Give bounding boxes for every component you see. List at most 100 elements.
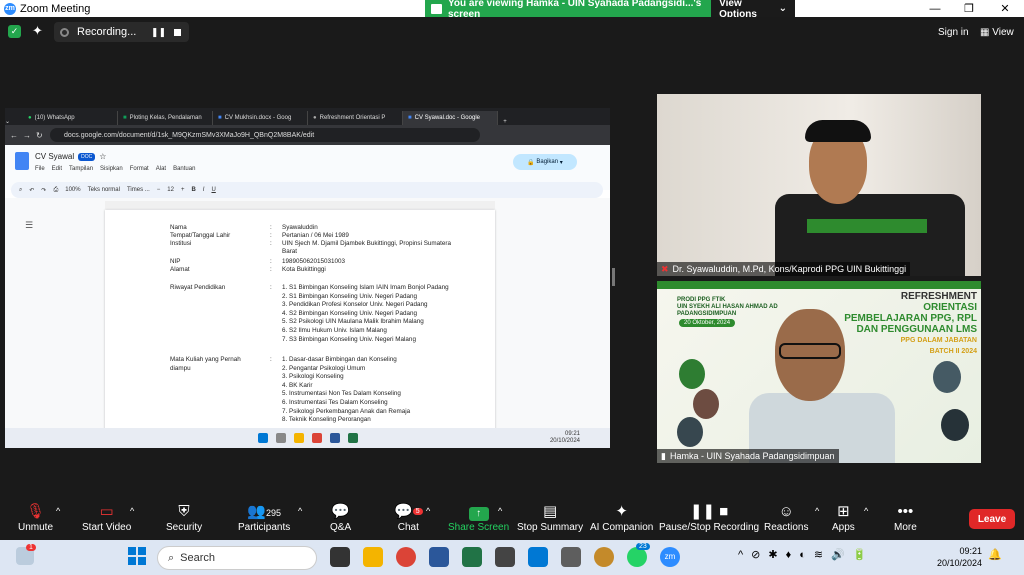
leave-button[interactable]: Leave: [969, 509, 1015, 529]
browser-tab[interactable]: ■ Ploting Kelas, Pendalaman: [118, 111, 213, 125]
search-icon[interactable]: ⌕: [19, 187, 22, 194]
underline-icon[interactable]: U: [211, 187, 215, 193]
redo-icon[interactable]: ↷: [41, 187, 46, 194]
close-icon[interactable]: ✕: [988, 0, 1022, 17]
participant-video-2[interactable]: PRODI PPG FTIK UIN SYEKH ALI HASAN AHMAD …: [657, 281, 981, 463]
menu-file[interactable]: File: [35, 166, 45, 172]
undo-icon[interactable]: ↶: [29, 187, 34, 194]
url-field[interactable]: docs.google.com/document/d/1sk_M9QKzmSMv…: [50, 128, 480, 142]
qa-button[interactable]: 💬 Q&A: [330, 502, 351, 533]
font-size-increase[interactable]: +: [181, 187, 185, 193]
taskbar-search[interactable]: ⌕ Search: [157, 546, 317, 570]
whatsapp-icon[interactable]: [627, 547, 647, 567]
chrome-icon[interactable]: [311, 433, 322, 443]
share-doc-button[interactable]: 🔒 Bagikan ▾: [513, 154, 577, 170]
zoom-select[interactable]: 100%: [65, 187, 80, 193]
sparkle-icon[interactable]: ✦: [32, 23, 43, 39]
stop-summary-button[interactable]: ▤ Stop Summary: [517, 502, 583, 533]
sign-in-button[interactable]: Sign in: [938, 27, 969, 38]
reload-icon[interactable]: ↻: [36, 131, 43, 140]
browser-tab[interactable]: ■ CV Mukhsin.docx - Goog: [213, 111, 308, 125]
share-chevron-icon[interactable]: ^: [498, 506, 502, 516]
star-icon[interactable]: ☆: [99, 152, 106, 161]
menu-view[interactable]: Tampilan: [69, 166, 93, 172]
excel-icon[interactable]: [347, 433, 358, 443]
menu-edit[interactable]: Edit: [52, 166, 62, 172]
menu-tools[interactable]: Alat: [156, 166, 166, 172]
ai-companion-button[interactable]: ✦ AI Companion: [590, 502, 653, 533]
reactions-button[interactable]: ☺ Reactions: [764, 502, 808, 533]
security-button[interactable]: ⛨ Security: [166, 502, 202, 533]
participant-name-2: ▮ Hamka - UIN Syahada Padangsidimpuan: [657, 449, 839, 463]
chat-button[interactable]: 💬 5 Chat: [394, 502, 423, 533]
view-button[interactable]: ▦ View: [980, 27, 1014, 38]
notifications-bell-icon[interactable]: 🔔: [988, 548, 1002, 561]
recording-indicator: Recording... ❚❚: [54, 22, 189, 42]
forward-icon[interactable]: →: [23, 131, 31, 140]
chrome-icon[interactable]: [396, 547, 416, 567]
view-options-button[interactable]: View Options ⌄: [711, 0, 795, 20]
font-size-decrease[interactable]: −: [157, 187, 161, 193]
store-icon[interactable]: [495, 547, 515, 567]
pause-recording-button[interactable]: ❚❚ ■ Pause/Stop Recording: [659, 502, 759, 533]
style-select[interactable]: Teks normal: [88, 187, 120, 193]
system-tray-icons[interactable]: ^⊘✱♦◐≋🔊🔋: [738, 548, 874, 561]
pause-icon[interactable]: ❚❚: [151, 27, 166, 38]
browser-tab[interactable]: ● (10) WhatsApp: [23, 111, 118, 125]
word-icon[interactable]: [329, 433, 340, 443]
shield-icon[interactable]: ✓: [8, 25, 21, 38]
windows-start-icon[interactable]: [128, 547, 146, 565]
bold-icon[interactable]: B: [191, 187, 195, 193]
start-video-button[interactable]: ▭ Start Video: [82, 502, 131, 533]
unmute-button[interactable]: 🎙 Unmute: [18, 502, 53, 533]
photos-icon[interactable]: [528, 547, 548, 567]
apps-button[interactable]: ⊞ Apps: [832, 502, 855, 533]
folder-icon[interactable]: [363, 547, 383, 567]
windows-start-icon[interactable]: [257, 433, 268, 443]
matkul-block: Mata Kuliah yang Pernah diampu: 1. Dasar-…: [170, 356, 490, 425]
folder-icon[interactable]: [293, 433, 304, 443]
word-icon[interactable]: [429, 547, 449, 567]
print-icon[interactable]: ⎙: [53, 187, 58, 194]
apps-icon: ⊞: [837, 503, 850, 520]
doc-page[interactable]: Nama: Syawaluddin Tempat/Tanggal Lahir: Pe…: [105, 210, 495, 433]
taskbar-clock[interactable]: 09:21 20/10/2024: [932, 545, 982, 569]
table-row: Barat: [170, 248, 490, 257]
reactions-chevron-icon[interactable]: ^: [815, 506, 819, 516]
browser-tab[interactable]: ● Refreshment Orientasi P: [308, 111, 403, 125]
search-icon[interactable]: [275, 433, 286, 443]
excel-icon[interactable]: [462, 547, 482, 567]
tab-list-icon[interactable]: ⌄: [5, 118, 23, 125]
video-options-chevron-icon[interactable]: ^: [130, 506, 134, 516]
font-select[interactable]: Times ...: [127, 187, 150, 193]
splitter-handle[interactable]: [612, 268, 615, 286]
outline-icon[interactable]: ☰: [25, 220, 33, 231]
menu-format[interactable]: Format: [130, 166, 149, 172]
font-size-input[interactable]: 12: [167, 187, 174, 193]
participants-chevron-icon[interactable]: ^: [298, 506, 302, 516]
participants-button[interactable]: 👥295 Participants: [238, 502, 290, 533]
snip-icon[interactable]: [561, 547, 581, 567]
stop-icon[interactable]: [174, 28, 181, 36]
more-button[interactable]: ••• More: [894, 502, 917, 533]
apps-chevron-icon[interactable]: ^: [864, 506, 868, 516]
doc-title[interactable]: CV Syawal: [35, 152, 74, 161]
poster-stripe: [657, 281, 981, 289]
back-icon[interactable]: ←: [10, 131, 18, 140]
recording-label: Recording...: [77, 26, 137, 38]
speaker-photo: [693, 389, 719, 419]
italic-icon[interactable]: I: [203, 187, 205, 193]
participant-video-1[interactable]: ✖ Dr. Syawaluddin, M.Pd, Kons/Kaprodi PPG…: [657, 94, 981, 276]
minimize-icon[interactable]: —: [918, 0, 952, 17]
zoom-taskbar-icon[interactable]: zm: [660, 547, 680, 567]
maximize-icon[interactable]: ❐: [952, 0, 986, 17]
menu-insert[interactable]: Sisipkan: [100, 166, 123, 172]
browser-tab-active[interactable]: ■ CV Syawal.doc - Google: [403, 111, 498, 125]
chat-chevron-icon[interactable]: ^: [426, 506, 430, 516]
list-item: 5. S2 Psikologi UIN Maulana Malik Ibrahi…: [282, 318, 424, 326]
task-view-icon[interactable]: [330, 547, 350, 567]
audio-options-chevron-icon[interactable]: ^: [56, 506, 60, 516]
ruler[interactable]: [105, 201, 495, 209]
menu-help[interactable]: Bantuan: [173, 166, 195, 172]
app-icon[interactable]: [594, 547, 614, 567]
